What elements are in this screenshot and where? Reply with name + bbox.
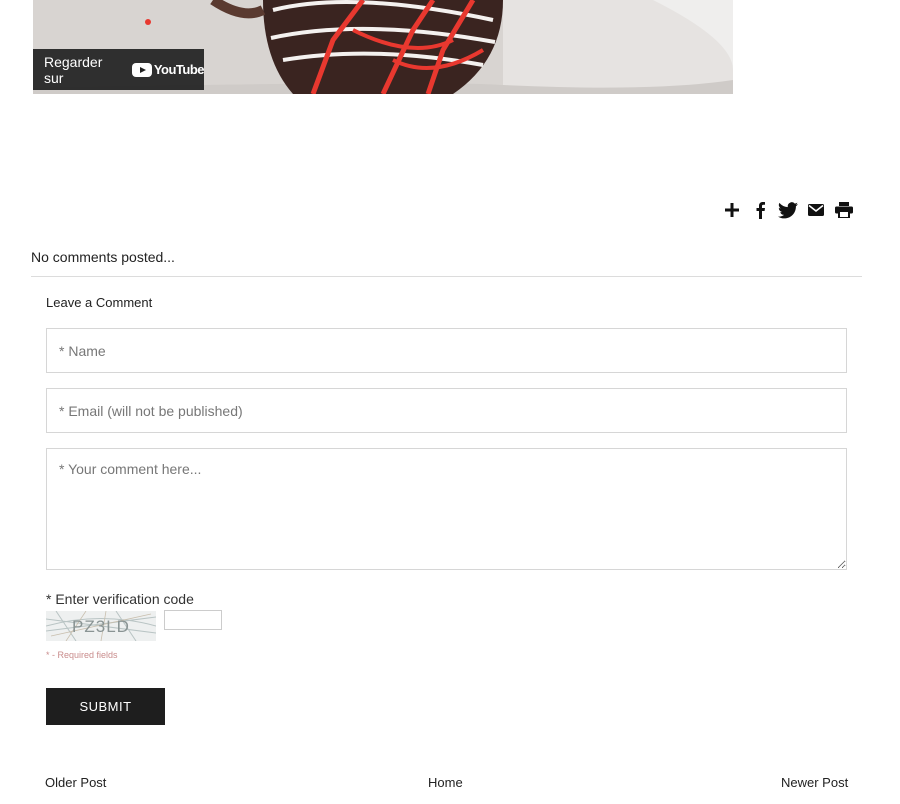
comments-status: No comments posted... xyxy=(31,249,175,265)
verification-code-input[interactable] xyxy=(164,610,222,630)
required-fields-note: * - Required fields xyxy=(46,650,118,660)
comment-form-title: Leave a Comment xyxy=(46,295,153,310)
watch-on-label: Regarder sur xyxy=(44,53,103,86)
older-post-link[interactable]: Older Post xyxy=(45,775,106,790)
comment-textarea[interactable] xyxy=(46,448,847,570)
facebook-icon[interactable] xyxy=(750,200,770,220)
video-embed[interactable]: Regarder sur YouTube xyxy=(33,0,733,94)
name-input[interactable] xyxy=(46,328,847,373)
captcha-text: PZ3LD xyxy=(72,617,130,636)
captcha-image: PZ3LD xyxy=(46,611,156,641)
home-link[interactable]: Home xyxy=(428,775,463,790)
youtube-logo: YouTube xyxy=(131,62,205,77)
watch-on-youtube-button[interactable]: Regarder sur YouTube xyxy=(33,49,205,90)
newer-post-link[interactable]: Newer Post xyxy=(781,775,848,790)
submit-button[interactable]: SUBMIT xyxy=(46,688,165,725)
comments-divider xyxy=(31,276,862,277)
verification-label: * Enter verification code xyxy=(46,591,194,607)
share-bar xyxy=(722,199,854,221)
twitter-icon[interactable] xyxy=(778,200,798,220)
youtube-play-icon xyxy=(131,62,152,77)
plus-icon[interactable] xyxy=(722,200,742,220)
print-icon[interactable] xyxy=(834,200,854,220)
blog-post-page: Regarder sur YouTube No comments posted.… xyxy=(0,0,900,804)
email-icon[interactable] xyxy=(806,200,826,220)
email-input[interactable] xyxy=(46,388,847,433)
youtube-logo-text: YouTube xyxy=(153,62,205,77)
